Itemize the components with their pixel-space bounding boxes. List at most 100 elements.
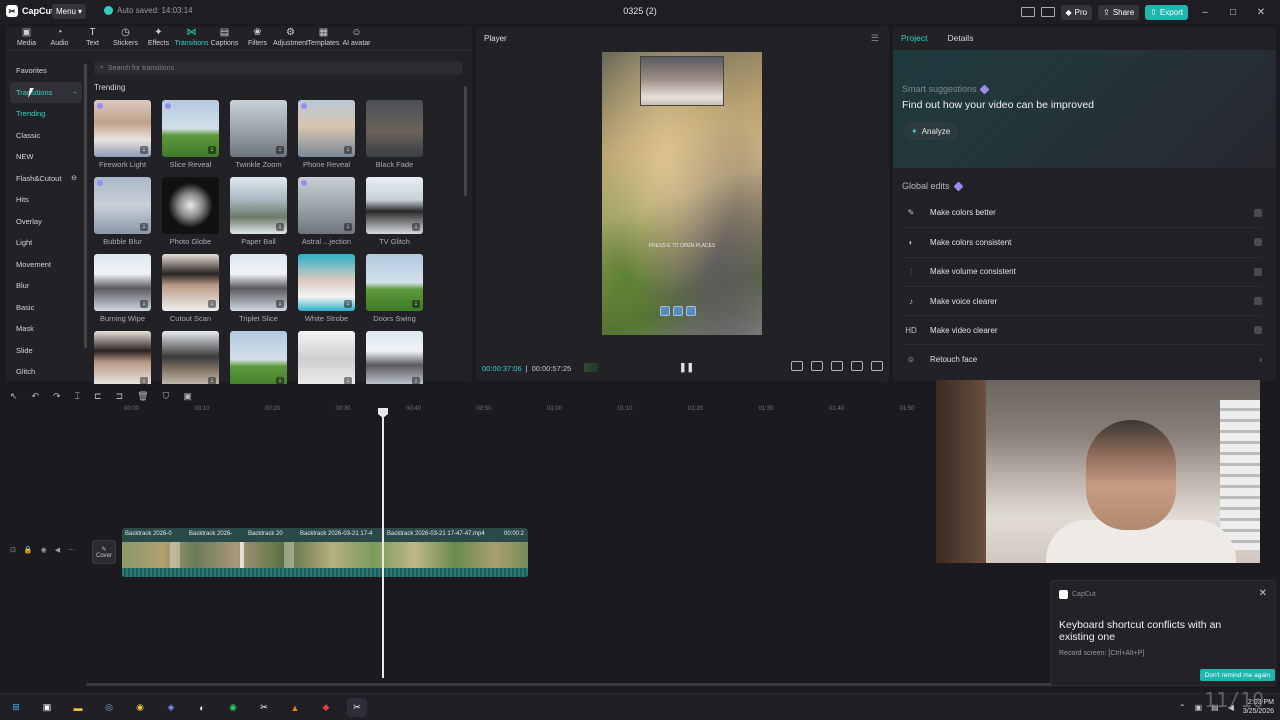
category-flash-cutout[interactable]: Flash&Cutout ⊖ <box>10 168 82 190</box>
shortcut-icon[interactable] <box>1040 7 1055 17</box>
maximize-icon[interactable]: □ <box>1222 7 1244 18</box>
download-icon[interactable]: ↓ <box>344 223 352 231</box>
toggle-switch[interactable] <box>1254 238 1262 247</box>
toolbar-audio[interactable]: ◔ Audio <box>43 26 76 50</box>
toolbar-templates[interactable]: ▦ Templates <box>307 26 340 50</box>
pause-button[interactable]: ❚❚ <box>679 362 694 373</box>
grid-scrollbar[interactable] <box>464 86 467 196</box>
transition-item[interactable]: ↓ Burning Wipe <box>94 254 151 323</box>
spotify-icon[interactable]: ◉ <box>223 698 243 717</box>
close-icon[interactable]: ✕ <box>1250 7 1272 18</box>
category-mask[interactable]: Mask <box>10 318 82 340</box>
playhead[interactable] <box>382 408 384 678</box>
transition-marker[interactable] <box>240 542 244 568</box>
chevron-right-icon[interactable]: › <box>1259 355 1262 364</box>
category-classic[interactable]: Classic <box>10 125 82 147</box>
category-hits[interactable]: Hits <box>10 189 82 211</box>
category-new[interactable]: NEW <box>10 146 82 168</box>
download-icon[interactable]: ↓ <box>276 300 284 308</box>
toggle-switch[interactable] <box>1254 208 1262 217</box>
transition-item[interactable]: ↓ Paper Ball <box>230 177 287 246</box>
undo-icon[interactable]: ↶ <box>32 391 40 402</box>
cover-button[interactable]: ✎ Cover <box>92 540 116 564</box>
menu-button[interactable]: Menu ▾ <box>52 4 86 19</box>
video-preview[interactable]: PRESS E TO OPEN PLACES <box>602 52 762 335</box>
windows-start-icon[interactable]: ⊞ <box>6 698 26 717</box>
collapse-icon[interactable]: ⊖ <box>71 174 77 182</box>
transition-marker[interactable] <box>284 542 294 568</box>
redo-icon[interactable]: ↷ <box>53 391 61 402</box>
ratio-icon[interactable] <box>851 361 863 371</box>
timeline-scrollbar[interactable] <box>86 683 1052 686</box>
global-edit-make-colors-consistent[interactable]: ◐ Make colors consistent <box>901 227 1262 256</box>
download-icon[interactable]: ↓ <box>344 146 352 154</box>
download-icon[interactable]: ↓ <box>140 146 148 154</box>
tray-app-icon[interactable]: ▣ <box>1195 703 1203 712</box>
download-icon[interactable]: ↓ <box>276 146 284 154</box>
category-blur[interactable]: Blur <box>10 275 82 297</box>
toolbar-captions[interactable]: ▤ Captions <box>208 26 241 50</box>
download-icon[interactable]: ↓ <box>412 223 420 231</box>
download-icon[interactable]: ↓ <box>276 223 284 231</box>
obs-icon[interactable]: ◐ <box>192 698 212 717</box>
download-icon[interactable]: ↓ <box>208 300 216 308</box>
category-light[interactable]: Light <box>10 232 82 254</box>
delete-icon[interactable]: 🗑 <box>137 391 148 402</box>
dont-remind-button[interactable]: Don't remind me again <box>1199 669 1275 681</box>
transition-item[interactable]: ↓ White Strobe <box>298 254 355 323</box>
category-glitch[interactable]: Glitch <box>10 361 82 383</box>
global-edit-retouch-face[interactable]: ☺ Retouch face › <box>901 344 1262 373</box>
zoom-icon[interactable] <box>831 361 843 371</box>
marker-icon[interactable]: ⛉ <box>163 391 170 402</box>
split-right-icon[interactable]: ⊐ <box>116 391 124 402</box>
tab-details[interactable]: Details <box>947 33 973 43</box>
toolbar-text[interactable]: T Text <box>76 26 109 50</box>
main-track[interactable]: Backtrack 2026-0 Backtrack 2026- Backtrack… <box>122 528 528 577</box>
layout-icon[interactable] <box>1020 7 1035 17</box>
collapse-icon[interactable]: – <box>73 89 77 96</box>
transition-item[interactable]: ↓ Cutout Scan <box>162 254 219 323</box>
toggle-switch[interactable] <box>1254 267 1262 276</box>
tab-project[interactable]: Project <box>901 33 927 43</box>
track-lock-icon[interactable]: ⊡ <box>10 546 16 554</box>
task-view-icon[interactable]: ▣ <box>37 698 57 717</box>
toolbar-filters[interactable]: ❀ Filters <box>241 26 274 50</box>
hamburger-icon[interactable]: ☰ <box>871 33 879 44</box>
more-icon[interactable]: ⋯ <box>68 546 75 554</box>
transition-marker[interactable] <box>170 542 180 568</box>
steam-icon[interactable]: ◎ <box>99 698 119 717</box>
eye-icon[interactable]: ◉ <box>41 546 47 554</box>
vlc-icon[interactable]: ▲ <box>285 698 305 717</box>
chevron-up-icon[interactable]: ⌃ <box>1179 703 1186 712</box>
discord-icon[interactable]: ◈ <box>161 698 181 717</box>
global-edit-make-colors-better[interactable]: ✎ Make colors better <box>901 198 1262 227</box>
global-edit-make-voice-clearer[interactable]: ♪ Make voice clearer <box>901 285 1262 315</box>
transition-item[interactable]: ↓ Astral ...jection <box>298 177 355 246</box>
transition-item[interactable]: ↓ Twinkle Zoom <box>230 100 287 169</box>
export-button[interactable]: ⇧ Export <box>1145 4 1188 20</box>
transition-item[interactable]: ↓ Doors Swing <box>366 254 423 323</box>
select-tool-icon[interactable]: ↖ <box>10 391 18 402</box>
pro-button[interactable]: ◆ Pro <box>1060 4 1093 20</box>
category-transitions[interactable]: Transitions – <box>10 81 82 103</box>
transition-item[interactable]: ↓ Slice Reveal <box>162 100 219 169</box>
split-icon[interactable]: ⌶ <box>75 391 80 402</box>
search-input[interactable]: ⌕ Search for transitions <box>94 61 462 75</box>
split-left-icon[interactable]: ⊏ <box>94 391 102 402</box>
transition-item[interactable]: ↓ <box>298 331 355 391</box>
fullscreen-icon[interactable] <box>871 361 883 371</box>
transition-item[interactable]: ↓ Phone Reveal <box>298 100 355 169</box>
capcut-active-icon[interactable]: ✂ <box>347 698 367 717</box>
transition-item[interactable]: ↓ <box>366 331 423 391</box>
toolbar-ai-avatar[interactable]: ☺ AI avatar <box>340 26 373 50</box>
category-movement[interactable]: Movement <box>10 254 82 276</box>
toolbar-effects[interactable]: ✦ Effects <box>142 26 175 50</box>
toolbar-stickers[interactable]: ◷ Stickers <box>109 26 142 50</box>
transition-item[interactable]: ↓ <box>230 331 287 391</box>
category-trending[interactable]: Trending <box>10 103 82 125</box>
file-explorer-icon[interactable]: ▬ <box>68 698 88 717</box>
category-scrollbar[interactable] <box>84 64 87 348</box>
share-button[interactable]: ⇪ Share <box>1098 4 1140 20</box>
thumbnail-icon[interactable]: ▣ <box>183 391 192 402</box>
time-ruler[interactable]: 00:00 00:10 00:20 00:30 00:40 00:50 01:00 01:10… <box>120 406 930 420</box>
